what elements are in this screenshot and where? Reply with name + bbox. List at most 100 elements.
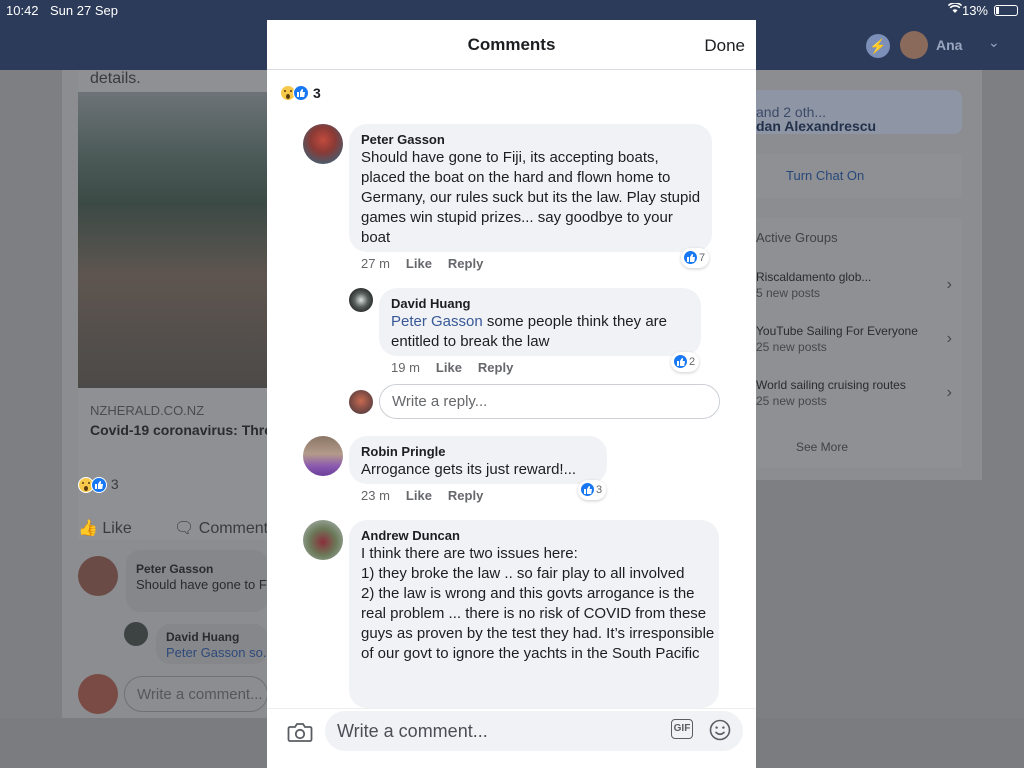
- comments-modal: Comments Done 3 Peter Gasson Should have…: [267, 20, 756, 768]
- contacts-text: dan Alexandrescu: [756, 118, 877, 134]
- messenger-icon[interactable]: ⚡: [866, 34, 890, 58]
- turn-chat-on-button[interactable]: Turn Chat On: [756, 154, 962, 198]
- like-button[interactable]: Like: [406, 488, 432, 503]
- avatar[interactable]: [303, 124, 343, 164]
- turn-chat-on-label: Turn Chat On: [786, 168, 865, 183]
- reaction-count: 3: [313, 85, 321, 102]
- reply-button[interactable]: Reply: [478, 360, 513, 375]
- post-photo[interactable]: [78, 92, 268, 388]
- like-reaction-icon: [683, 250, 698, 265]
- avatar[interactable]: [303, 520, 343, 560]
- comment-author[interactable]: Andrew Duncan: [361, 528, 460, 543]
- comment-text: Peter Gasson some people think they are …: [391, 312, 696, 352]
- reply-bubble: David Huang Peter Gasson some people thi…: [379, 288, 701, 356]
- emoji-icon[interactable]: [709, 719, 731, 741]
- reaction-summary[interactable]: 3: [280, 84, 321, 102]
- comment-input-placeholder: Write a comment...: [337, 721, 488, 741]
- comment-time: 19 m: [391, 360, 420, 375]
- contacts-banner[interactable]: dan Alexandrescu and 2 oth...: [756, 90, 962, 134]
- like-reaction-icon: [91, 477, 107, 494]
- avatar: [78, 674, 118, 714]
- avatar: [349, 390, 373, 414]
- like-reaction-icon: [580, 482, 595, 497]
- post-like-label: Like: [102, 520, 132, 537]
- post-like-button[interactable]: 👍 Like: [78, 518, 132, 538]
- feed-comment-input[interactable]: Write a comment...: [124, 676, 268, 712]
- wifi-icon: [947, 2, 963, 17]
- news-feed: details. NZHERALD.CO.NZ Covid-19 coronav…: [62, 70, 415, 720]
- gif-icon[interactable]: GIF: [671, 719, 693, 739]
- profile-avatar[interactable]: [900, 31, 928, 59]
- group-posts: 25 new posts: [756, 394, 827, 408]
- comment-composer: Write a comment... GIF: [267, 708, 756, 768]
- like-reaction-icon: [673, 354, 688, 369]
- battery-icon: [994, 5, 1018, 16]
- comment-reactions[interactable]: 2: [671, 352, 700, 372]
- reply-input[interactable]: Write a reply...: [379, 384, 720, 419]
- chevron-right-icon: ›: [946, 384, 952, 401]
- comment-text: I think there are two issues here: 1) th…: [361, 545, 715, 662]
- see-more-button[interactable]: See More: [796, 440, 848, 454]
- comment-meta: 27 m Like Reply: [361, 256, 499, 271]
- like-reaction-icon: [293, 85, 309, 102]
- modal-title: Comments: [467, 35, 556, 54]
- feed-comment: David Huang Peter Gasson so...: [156, 624, 274, 664]
- like-button[interactable]: Like: [406, 256, 432, 271]
- comment-meta: 19 m Like Reply: [391, 360, 529, 375]
- profile-name[interactable]: Ana: [936, 37, 962, 53]
- comment-bubble: Andrew Duncan I think there are two issu…: [349, 520, 719, 708]
- group-name: World sailing cruising routes: [756, 378, 906, 392]
- status-date: Sun 27 Sep: [50, 3, 118, 18]
- battery-percent: 13%: [961, 3, 988, 18]
- active-groups-header: Active Groups: [756, 230, 838, 245]
- link-headline[interactable]: Covid-19 coronavirus: Thre... breaking C…: [90, 422, 270, 438]
- comment-reaction-count: 3: [596, 483, 603, 496]
- avatar[interactable]: [303, 436, 343, 476]
- group-item[interactable]: YouTube Sailing For Everyone 25 new post…: [756, 324, 962, 364]
- chevron-right-icon: ›: [946, 276, 952, 293]
- avatar[interactable]: [124, 622, 148, 646]
- group-posts: 5 new posts: [756, 286, 821, 300]
- group-posts: 25 new posts: [756, 340, 827, 354]
- feed-comment: Peter Gasson Should have gone to Fi... a…: [126, 550, 415, 612]
- avatar[interactable]: [349, 288, 373, 312]
- link-source: NZHERALD.CO.NZ: [90, 403, 205, 418]
- active-groups: Active Groups Riscaldamento glob... 5 ne…: [756, 218, 962, 468]
- comment-bubble: Peter Gasson Should have gone to Fiji, i…: [349, 124, 712, 252]
- post-reactions[interactable]: 3: [78, 476, 119, 494]
- comment-author[interactable]: Robin Pringle: [361, 444, 446, 459]
- status-bar: 10:42 Sun 27 Sep 13%: [0, 0, 1024, 20]
- reply-button[interactable]: Reply: [448, 488, 483, 503]
- chevron-down-icon[interactable]: ⌄: [988, 34, 1000, 51]
- mention-link[interactable]: Peter Gasson: [391, 313, 483, 330]
- post-comment-label: Comment: [198, 520, 269, 537]
- comment-author[interactable]: David Huang: [166, 630, 239, 644]
- comment-text: Should have gone to Fiji, its accepting …: [361, 149, 701, 246]
- avatar[interactable]: [78, 556, 118, 596]
- post-comment-button[interactable]: 🗨 Comment: [174, 518, 268, 538]
- post-reaction-count: 3: [110, 476, 119, 492]
- camera-icon[interactable]: [287, 721, 313, 743]
- group-name: Riscaldamento glob...: [756, 270, 872, 284]
- status-time: 10:42: [6, 3, 39, 18]
- comment-reaction-count: 7: [699, 251, 706, 264]
- comment-reactions[interactable]: 3: [578, 480, 607, 500]
- done-button[interactable]: Done: [704, 36, 745, 56]
- comment-text: Peter Gasson so...: [166, 645, 274, 660]
- comment-meta: 23 m Like Reply: [361, 488, 499, 503]
- group-item[interactable]: Riscaldamento glob... 5 new posts ›: [756, 270, 962, 310]
- comment-author[interactable]: David Huang: [391, 296, 470, 311]
- post-text: details.: [90, 70, 141, 87]
- like-button[interactable]: Like: [436, 360, 462, 375]
- comment-reactions[interactable]: 7: [681, 248, 710, 268]
- comment-reaction-count: 2: [689, 355, 696, 368]
- chevron-right-icon: ›: [946, 330, 952, 347]
- right-sidebar: dan Alexandrescu and 2 oth... Turn Chat …: [756, 70, 982, 480]
- group-item[interactable]: World sailing cruising routes 25 new pos…: [756, 378, 962, 418]
- comment-time: 23 m: [361, 488, 390, 503]
- comment-time: 27 m: [361, 256, 390, 271]
- reply-button[interactable]: Reply: [448, 256, 483, 271]
- comment-author[interactable]: Peter Gasson: [136, 562, 213, 576]
- comment-author[interactable]: Peter Gasson: [361, 132, 445, 147]
- comment-text: Arrogance gets its just reward!...: [361, 461, 577, 478]
